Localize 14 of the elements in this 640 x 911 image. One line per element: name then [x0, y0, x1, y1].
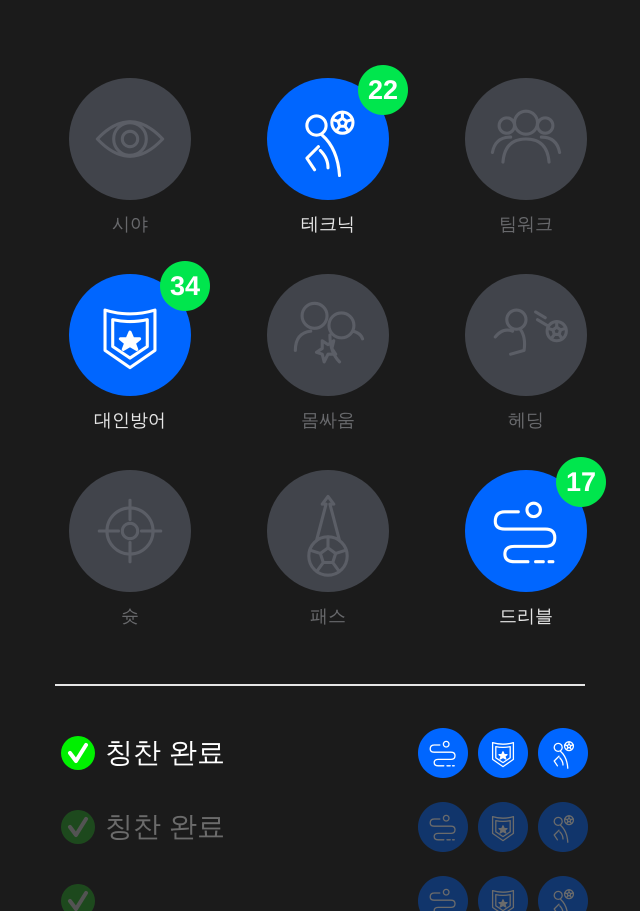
skill-label: 몸싸움: [301, 409, 355, 432]
skill-label: 테크닉: [301, 213, 355, 236]
skill-label: 헤딩: [508, 409, 544, 432]
skill-label: 패스: [310, 605, 346, 628]
skill-label: 팀워크: [499, 213, 553, 236]
count-badge: 34: [160, 261, 210, 311]
skill-label: 시야: [112, 213, 148, 236]
skill-label: 드리블: [499, 605, 553, 628]
skill-label: 슛: [121, 605, 139, 628]
count-badge: 17: [556, 457, 606, 507]
praise-label: 칭찬 완료: [105, 736, 225, 770]
skill-label: 대인방어: [94, 409, 166, 432]
count-badge: 22: [358, 65, 408, 115]
praise-label: 칭찬 완료: [105, 810, 225, 844]
